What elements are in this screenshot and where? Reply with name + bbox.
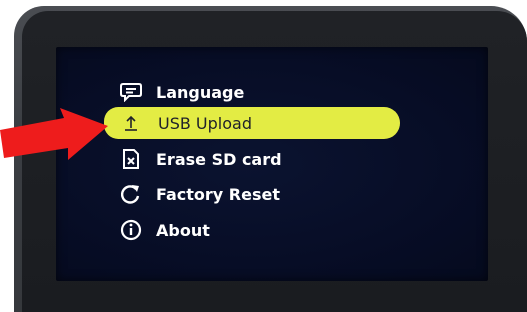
reset-arrow-icon — [118, 183, 144, 205]
menu-item-label: Factory Reset — [156, 184, 280, 204]
menu-item-usb-upload[interactable]: USB Upload — [104, 107, 400, 139]
upload-icon — [118, 112, 144, 134]
speech-bubble-icon — [118, 81, 144, 103]
menu-item-language[interactable]: Language — [118, 78, 244, 106]
menu-item-erase-sd-card[interactable]: Erase SD card — [118, 145, 282, 173]
menu-item-label: About — [156, 220, 210, 240]
sd-card-erase-icon — [118, 148, 144, 170]
menu-item-factory-reset[interactable]: Factory Reset — [118, 180, 280, 208]
red-pointer-arrow — [0, 108, 108, 160]
menu-item-label: Erase SD card — [156, 149, 282, 169]
device-screen: Language USB Upload Erase SD card Factor… — [56, 47, 488, 281]
menu-item-label: USB Upload — [158, 113, 252, 133]
info-icon — [118, 219, 144, 241]
menu-item-label: Language — [156, 82, 245, 102]
menu-item-about[interactable]: About — [118, 216, 210, 244]
settings-menu: Language USB Upload Erase SD card Factor… — [56, 47, 488, 281]
